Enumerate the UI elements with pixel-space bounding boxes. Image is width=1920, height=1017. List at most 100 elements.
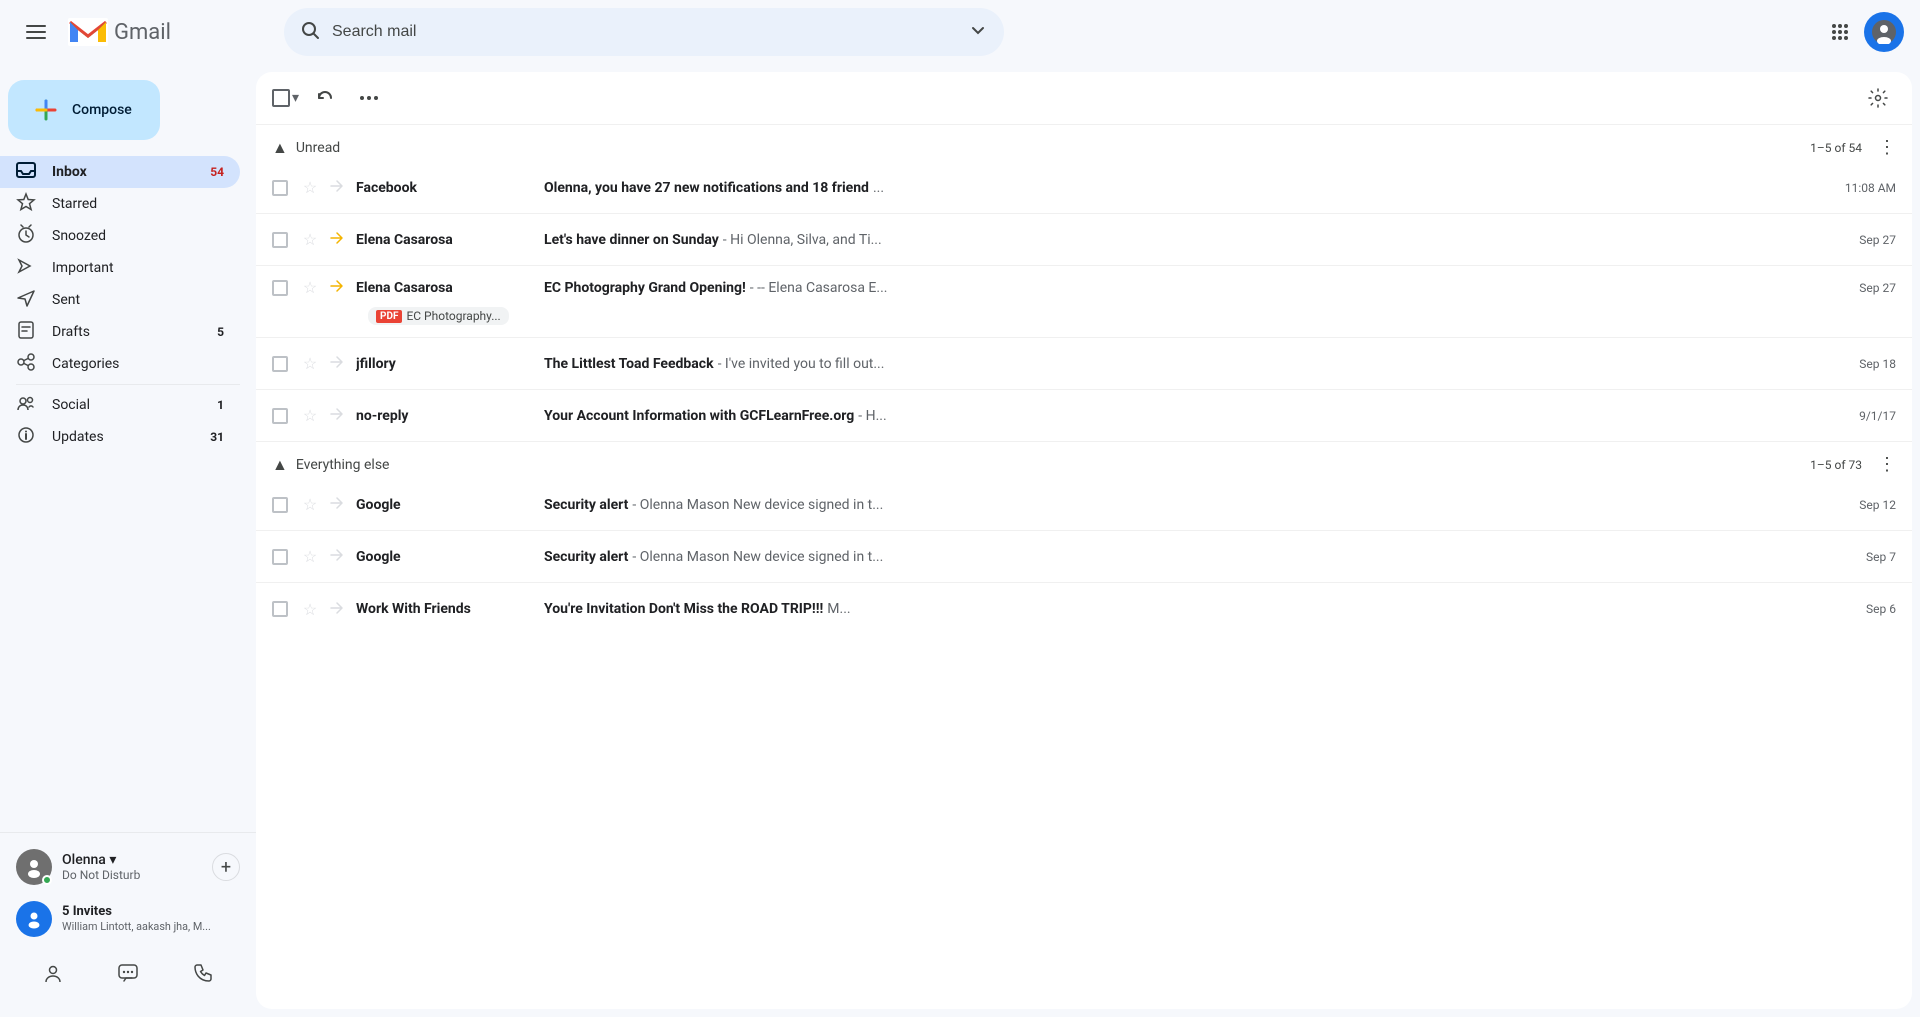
hamburger-icon[interactable]	[16, 12, 56, 52]
inbox-label: Inbox	[52, 164, 194, 180]
snoozed-label: Snoozed	[52, 228, 224, 244]
call-nav-button[interactable]	[183, 953, 223, 993]
row-checkbox-google2[interactable]	[272, 549, 292, 565]
email-body: Security alert - Olenna Mason New device…	[544, 549, 1820, 565]
forward-icon[interactable]	[328, 278, 348, 297]
settings-button[interactable]	[1860, 80, 1896, 116]
email-row[interactable]: ☆ Elena Casarosa Let's have dinner on Su…	[256, 214, 1912, 266]
sender-name: no-reply	[356, 408, 536, 424]
add-account-button[interactable]: +	[212, 853, 240, 881]
row-checkbox-noreply[interactable]	[272, 408, 292, 424]
everything-else-more[interactable]: ⋮	[1878, 454, 1896, 475]
select-all-wrapper[interactable]: ▾	[272, 89, 299, 107]
categories-icon	[16, 352, 36, 377]
email-row[interactable]: ☆ Google Security alert - Olenna Mason N…	[256, 479, 1912, 531]
email-list: ▾	[256, 72, 1912, 1009]
inbox-icon	[16, 160, 36, 185]
starred-icon	[16, 192, 36, 217]
updates-label: Updates	[52, 429, 194, 445]
forward-icon[interactable]	[328, 547, 348, 566]
account-avatar[interactable]	[1864, 12, 1904, 52]
more-options-button[interactable]	[351, 80, 387, 116]
email-row[interactable]: ☆ Google Security alert - Olenna Mason N…	[256, 531, 1912, 583]
people-nav-button[interactable]	[33, 953, 73, 993]
unread-collapse-button[interactable]: ▲	[272, 138, 288, 158]
unread-section-more[interactable]: ⋮	[1878, 137, 1896, 158]
row-checkbox-elena1[interactable]	[272, 232, 292, 248]
user-dropdown-icon: ▾	[109, 852, 116, 868]
forward-icon[interactable]	[328, 354, 348, 373]
categories-label: Categories	[52, 356, 224, 372]
forward-icon[interactable]	[328, 600, 348, 619]
invites-section[interactable]: 5 Invites William Lintott, aakash jha, M…	[8, 893, 248, 945]
email-preview: - Olenna Mason New device signed in t...	[632, 549, 883, 565]
pdf-badge: PDF	[376, 310, 402, 323]
email-subject: Olenna, you have 27 new notifications an…	[544, 180, 869, 196]
everything-else-section-header: ▲ Everything else 1–5 of 73 ⋮	[256, 442, 1912, 479]
snoozed-icon	[16, 224, 36, 249]
forward-icon[interactable]	[328, 495, 348, 514]
star-icon[interactable]: ☆	[300, 354, 320, 373]
apps-grid-icon[interactable]	[1820, 12, 1860, 52]
email-row[interactable]: ☆ Facebook Olenna, you have 27 new notif…	[256, 162, 1912, 214]
star-icon[interactable]: ☆	[300, 278, 320, 297]
star-icon[interactable]: ☆	[300, 547, 320, 566]
star-icon[interactable]: ☆	[300, 230, 320, 249]
search-input[interactable]	[332, 23, 956, 41]
star-icon[interactable]: ☆	[300, 178, 320, 197]
row-checkbox-facebook[interactable]	[272, 180, 292, 196]
compose-button[interactable]: Compose	[8, 80, 160, 140]
everything-else-title: Everything else	[296, 457, 390, 473]
row-checkbox-jfillory[interactable]	[272, 356, 292, 372]
sent-label: Sent	[52, 292, 224, 308]
gmail-logo: Gmail	[68, 18, 171, 46]
drafts-label: Drafts	[52, 324, 201, 340]
email-time: 9/1/17	[1836, 409, 1896, 423]
select-all-checkbox[interactable]	[272, 89, 290, 107]
sidebar-item-updates[interactable]: Updates 31	[0, 421, 240, 453]
forward-icon[interactable]	[328, 178, 348, 197]
sidebar-item-sent[interactable]: Sent	[0, 284, 240, 316]
user-details: Olenna ▾ Do Not Disturb	[62, 852, 140, 882]
email-preview: - -- Elena Casarosa E...	[750, 280, 888, 296]
chat-nav-button[interactable]	[108, 953, 148, 993]
forward-icon[interactable]	[328, 406, 348, 425]
star-icon[interactable]: ☆	[300, 495, 320, 514]
user-info[interactable]: Olenna ▾ Do Not Disturb +	[8, 841, 248, 893]
sidebar-item-categories[interactable]: Categories	[0, 348, 240, 380]
sidebar-item-snoozed[interactable]: Snoozed	[0, 220, 240, 252]
row-checkbox-google1[interactable]	[272, 497, 292, 513]
sidebar-item-social[interactable]: Social 1	[0, 389, 240, 421]
select-dropdown-arrow[interactable]: ▾	[292, 90, 299, 106]
refresh-button[interactable]	[307, 80, 343, 116]
star-icon[interactable]: ☆	[300, 406, 320, 425]
everything-else-collapse-button[interactable]: ▲	[272, 455, 288, 475]
search-bar	[284, 8, 1004, 56]
email-subject: Security alert	[544, 497, 628, 513]
row-checkbox-elena2[interactable]	[272, 280, 292, 296]
search-dropdown-arrow[interactable]	[968, 20, 988, 44]
forward-icon[interactable]	[328, 230, 348, 249]
email-time: Sep 6	[1836, 602, 1896, 616]
attachment-chip[interactable]: PDF EC Photography...	[368, 307, 509, 325]
email-row[interactable]: ☆ no-reply Your Account Information with…	[256, 390, 1912, 442]
sidebar-item-inbox[interactable]: Inbox 54	[0, 156, 240, 188]
email-subject: EC Photography Grand Opening!	[544, 280, 746, 296]
compose-label: Compose	[72, 102, 132, 118]
row-checkbox-wwf[interactable]	[272, 601, 292, 617]
sidebar-item-drafts[interactable]: Drafts 5	[0, 316, 240, 348]
email-time: Sep 18	[1836, 357, 1896, 371]
star-icon[interactable]: ☆	[300, 600, 320, 619]
email-row[interactable]: ☆ Work With Friends You're Invitation Do…	[256, 583, 1912, 635]
email-row[interactable]: ☆ Elena Casarosa EC Photography Grand Op…	[256, 266, 1912, 338]
compose-plus-icon	[32, 96, 60, 124]
email-subject: You're Invitation Don't Miss the ROAD TR…	[544, 601, 823, 617]
sidebar-item-starred[interactable]: Starred	[0, 188, 240, 220]
email-body: Let's have dinner on Sunday - Hi Olenna,…	[544, 232, 1820, 248]
social-icon	[16, 393, 36, 418]
invites-text: 5 Invites William Lintott, aakash jha, M…	[62, 904, 211, 934]
email-row[interactable]: ☆ jfillory The Littlest Toad Feedback - …	[256, 338, 1912, 390]
email-preview: - Olenna Mason New device signed in t...	[632, 497, 883, 513]
sidebar-item-important[interactable]: Important	[0, 252, 240, 284]
important-icon	[16, 256, 36, 281]
